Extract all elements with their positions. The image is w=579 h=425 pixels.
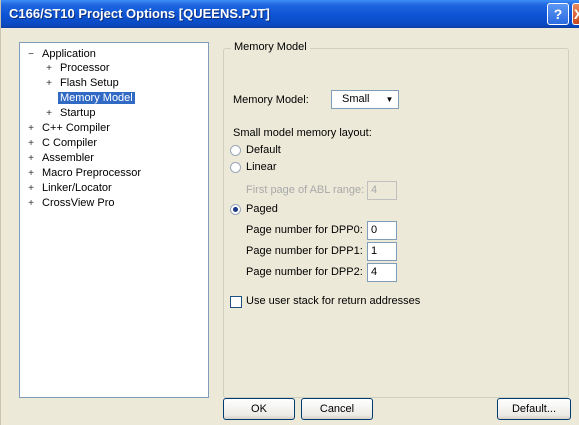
help-button[interactable]: ? <box>547 3 569 25</box>
tree-item-label: Linker/Locator <box>42 182 112 194</box>
tree-item-crossview-pro[interactable]: + CrossView Pro <box>26 196 117 210</box>
default-button[interactable]: Default... <box>497 398 571 420</box>
user-stack-label: Use user stack for return addresses <box>246 295 421 307</box>
dpp2-input[interactable]: 4 <box>367 263 397 282</box>
chevron-down-icon[interactable]: ▼ <box>381 91 398 108</box>
tree-item-label: Processor <box>60 62 110 74</box>
tree-item-label: Application <box>42 48 96 60</box>
expand-icon[interactable]: + <box>26 182 36 196</box>
tree-item-application[interactable]: − Application <box>26 47 98 61</box>
group-title: Memory Model <box>231 41 310 53</box>
expand-icon[interactable]: + <box>26 197 36 211</box>
tree-item-linker-locator[interactable]: + Linker/Locator <box>26 181 114 195</box>
expand-icon[interactable]: + <box>26 167 36 181</box>
tree-item-label: Flash Setup <box>60 77 119 89</box>
ok-button[interactable]: OK <box>223 398 295 420</box>
first-page-input[interactable]: 4 <box>367 181 397 200</box>
options-tree[interactable]: − Application + Processor + Flash Setup Mem… <box>19 42 209 398</box>
user-stack-checkbox[interactable] <box>230 296 242 308</box>
tree-item-cpp-compiler[interactable]: + C++ Compiler <box>26 121 112 135</box>
tree-item-flash-setup[interactable]: + Flash Setup <box>44 76 121 90</box>
expand-icon[interactable]: + <box>44 107 54 121</box>
radio-linear-label: Linear <box>246 161 277 173</box>
first-page-label: First page of ABL range: <box>246 184 365 196</box>
radio-paged-label: Paged <box>246 203 278 215</box>
tree-item-macro-preprocessor[interactable]: + Macro Preprocessor <box>26 166 143 180</box>
tree-item-label: Macro Preprocessor <box>42 167 142 179</box>
memory-model-value: Small <box>342 93 370 105</box>
tree-item-label: C Compiler <box>42 137 98 149</box>
expand-icon[interactable]: + <box>26 137 36 151</box>
tree-item-label: CrossView Pro <box>42 197 115 209</box>
dpp0-label: Page number for DPP0: <box>246 224 363 236</box>
tree-item-label: Assembler <box>42 152 94 164</box>
cancel-button[interactable]: Cancel <box>301 398 373 420</box>
radio-default-label: Default <box>246 144 281 156</box>
expand-icon[interactable]: + <box>44 62 54 76</box>
layout-label: Small model memory layout: <box>233 127 372 139</box>
close-icon: X <box>574 6 579 22</box>
radio-paged[interactable] <box>230 204 241 215</box>
dpp1-label: Page number for DPP1: <box>246 245 363 257</box>
radio-default[interactable] <box>230 145 241 156</box>
tree-item-startup[interactable]: + Startup <box>44 106 97 120</box>
project-options-dialog: C166/ST10 Project Options [QUEENS.PJT] ?… <box>0 0 579 425</box>
memory-model-label: Memory Model: <box>233 94 309 106</box>
dpp1-input[interactable]: 1 <box>367 242 397 261</box>
dpp0-input[interactable]: 0 <box>367 221 397 240</box>
tree-item-assembler[interactable]: + Assembler <box>26 151 96 165</box>
dpp2-label: Page number for DPP2: <box>246 266 363 278</box>
tree-item-label: Memory Model <box>58 92 135 104</box>
expand-icon[interactable]: + <box>26 152 36 166</box>
tree-item-c-compiler[interactable]: + C Compiler <box>26 136 99 150</box>
close-button[interactable]: X <box>572 3 579 25</box>
tree-item-label: C++ Compiler <box>42 122 110 134</box>
tree-item-processor[interactable]: + Processor <box>44 61 112 75</box>
tree-item-memory-model[interactable]: Memory Model <box>44 91 135 105</box>
radio-linear[interactable] <box>230 162 241 173</box>
expand-icon[interactable]: + <box>44 77 54 91</box>
title-bar[interactable]: C166/ST10 Project Options [QUEENS.PJT] ?… <box>1 0 579 28</box>
memory-model-select[interactable]: Small ▼ <box>331 90 399 109</box>
collapse-icon[interactable]: − <box>26 48 36 62</box>
window-title: C166/ST10 Project Options [QUEENS.PJT] <box>9 6 270 21</box>
expand-icon[interactable]: + <box>26 122 36 136</box>
tree-item-label: Startup <box>60 107 96 119</box>
